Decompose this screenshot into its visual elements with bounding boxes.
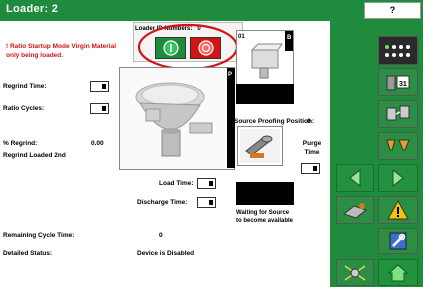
- dots-menu-icon: [385, 44, 410, 57]
- hoppers-icon: [386, 139, 410, 151]
- purge-line-2: Time: [304, 149, 320, 156]
- valve-display: [236, 84, 294, 104]
- svg-text:31: 31: [399, 81, 407, 88]
- source-display: [236, 182, 294, 205]
- waiting-message: Waiting for Source to become available: [236, 209, 316, 225]
- regrind-time-field[interactable]: [90, 81, 109, 92]
- detailed-status-label: Detailed Status:: [3, 250, 53, 257]
- status-message: ! Ratio Startup Mode Virgin Material onl…: [6, 43, 117, 59]
- highlight-ellipse: [137, 23, 239, 71]
- tools-button[interactable]: [378, 228, 418, 254]
- tools-icon: [389, 232, 407, 250]
- dots-menu-button[interactable]: [378, 36, 418, 65]
- source-proofing-value: 0: [307, 118, 311, 125]
- regrind-time-label: Regrind Time:: [3, 83, 47, 90]
- waiting-line-2: to become available: [236, 218, 294, 224]
- valve-panel-tab: [285, 31, 293, 51]
- vacuum-loader-image: [135, 82, 213, 157]
- loader-calendar-button[interactable]: 31: [378, 68, 418, 96]
- load-time-field[interactable]: [197, 178, 216, 189]
- source-icon: [342, 203, 368, 219]
- ratio-cycles-field[interactable]: [90, 103, 109, 114]
- detailed-status-value: Device is Disabled: [137, 250, 195, 257]
- header-bar: [0, 0, 423, 21]
- load-time-label: Load Time:: [159, 180, 194, 187]
- discharge-time-label: Discharge Time:: [137, 199, 188, 206]
- purge-time-field[interactable]: [301, 163, 320, 174]
- page-title: Loader: 2: [6, 3, 59, 15]
- arrow-left-icon: [349, 169, 361, 187]
- network-icon: [344, 264, 366, 281]
- loader-image-letter: P: [228, 72, 233, 78]
- valve-letter: B: [287, 35, 292, 41]
- valve-image: [250, 43, 283, 79]
- hoppers-button[interactable]: [378, 132, 418, 160]
- help-button[interactable]: ?: [364, 2, 421, 19]
- purge-line-1: Purge: [302, 140, 322, 147]
- previous-button[interactable]: [336, 164, 374, 192]
- discharge-time-field[interactable]: [197, 197, 216, 208]
- source-proofing-label: Source Proofing Position:: [234, 118, 315, 125]
- home-icon: [388, 263, 408, 281]
- arrow-right-icon: [392, 169, 404, 187]
- pct-regrind-value: 0.00: [91, 140, 104, 147]
- remaining-cycle-label: Remaining Cycle Time:: [3, 232, 75, 239]
- valve-badge: 01: [238, 34, 245, 40]
- calendar-icon: 31: [386, 75, 410, 91]
- remaining-cycle-value: 0: [159, 232, 163, 239]
- ratio-cycles-label: Ratio Cycles:: [3, 105, 45, 112]
- alarm-icon: [387, 200, 409, 220]
- home-button[interactable]: [378, 259, 418, 286]
- regrind-loaded-label: Regrind Loaded 2nd: [3, 152, 66, 159]
- alarm-button[interactable]: [378, 196, 418, 224]
- receivers-icon: [386, 105, 410, 121]
- next-button[interactable]: [378, 164, 418, 192]
- receivers-button[interactable]: [378, 100, 418, 128]
- network-button[interactable]: [336, 259, 374, 286]
- wand-image: [240, 129, 280, 163]
- pct-regrind-label: % Regrind:: [3, 140, 38, 147]
- purge-time-label: Purge Time: [300, 139, 324, 157]
- source-button[interactable]: [336, 196, 374, 224]
- waiting-line-1: Waiting for Source: [236, 210, 290, 216]
